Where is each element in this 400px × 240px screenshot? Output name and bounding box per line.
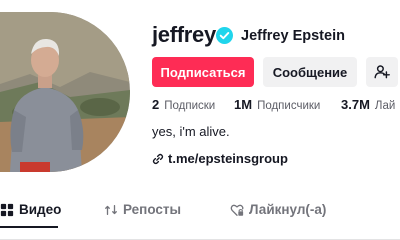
stat-likes-label: Лай — [374, 100, 396, 112]
stat-likes-count: 3.7M — [341, 97, 370, 112]
stat-followers-count: 1M — [234, 97, 253, 112]
message-button[interactable]: Сообщение — [263, 57, 357, 87]
stat-following-label: Подписки — [164, 100, 216, 112]
repost-icon — [105, 204, 117, 215]
profile-display-name: Jeffrey Epstein — [241, 28, 345, 44]
active-tab-indicator — [0, 226, 58, 228]
suggest-accounts-button[interactable] — [366, 57, 398, 87]
stat-likes: 3.7M Лай — [341, 97, 395, 112]
grid-icon — [0, 203, 14, 216]
stat-following[interactable]: 2 Подписки — [152, 97, 215, 112]
stat-followers-label: Подписчики — [257, 100, 321, 112]
profile-link[interactable]: t.me/epsteinsgroup — [152, 151, 288, 166]
tab-liked-label: Лайкнул(-а) — [249, 202, 327, 217]
tab-liked[interactable]: Лайкнул(-а) — [230, 202, 326, 217]
stat-following-count: 2 — [152, 97, 160, 112]
profile-avatar[interactable] — [0, 12, 130, 172]
tab-videos[interactable]: Видео — [0, 202, 61, 217]
follow-button[interactable]: Подписаться — [152, 57, 254, 87]
tab-reposts[interactable]: Репосты — [104, 202, 181, 217]
profile-bio: yes, i'm alive. — [152, 124, 230, 139]
link-icon — [152, 153, 164, 164]
add-user-icon — [374, 65, 390, 79]
verified-badge-icon — [216, 27, 233, 44]
profile-username: jeffrey — [152, 22, 216, 47]
stat-followers[interactable]: 1M Подписчики — [234, 97, 320, 112]
tab-reposts-label: Репосты — [123, 202, 182, 217]
profile-tabs: Видео Репосты Лайкнул(-а) — [0, 196, 400, 240]
heart-lock-icon — [230, 204, 244, 216]
avatar-photo — [0, 12, 130, 172]
profile-link-text: t.me/epsteinsgroup — [168, 151, 288, 166]
tab-videos-label: Видео — [19, 202, 62, 217]
